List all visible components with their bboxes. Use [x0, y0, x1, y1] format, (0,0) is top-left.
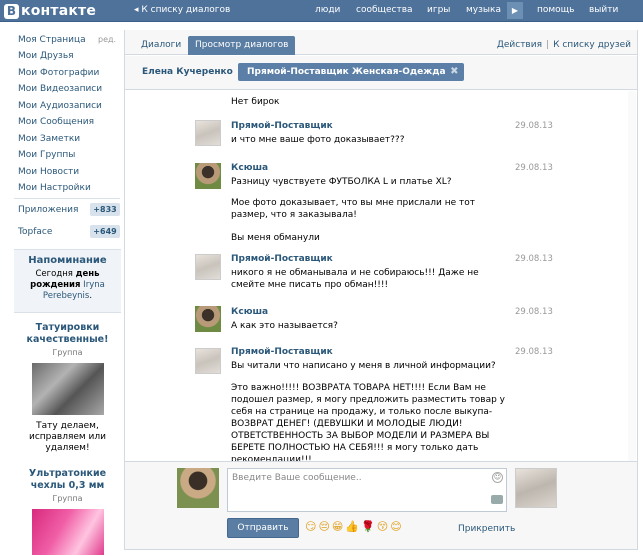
sidebar-item-friends[interactable]: Мои Друзья	[18, 51, 74, 61]
play-icon[interactable]: ▶	[507, 2, 523, 19]
message-history: Нет бирок Прямой-Поставщик 29.08.13 и чт…	[125, 91, 627, 461]
topface-count-badge: +649	[90, 225, 120, 238]
message-input-placeholder: Введите Ваше сообщение..	[232, 473, 362, 483]
message-text: Вы меня обманули	[231, 233, 320, 243]
camera-icon[interactable]	[491, 495, 503, 504]
message-text: никого я не обманывала и не собираюсь!!!…	[231, 268, 479, 290]
avatar[interactable]	[195, 306, 221, 332]
chip-label: Прямой-Поставщик Женская-Одежда	[247, 67, 446, 77]
tab-dialogs[interactable]: Диалоги	[134, 36, 188, 55]
message-text: Вы читали что написано у меня в личной и…	[231, 361, 496, 371]
reminder-text: Сегодня день рождения Iryna Perebeynis.	[30, 269, 105, 301]
nav-games[interactable]: игры	[427, 5, 450, 15]
sidebar-item-groups[interactable]: Мои Группы	[18, 150, 75, 160]
to-friends-link[interactable]: К списку друзей	[553, 40, 631, 50]
message-date: 29.08.13	[515, 163, 553, 173]
message-date: 29.08.13	[515, 254, 553, 264]
message-input[interactable]: Введите Ваше сообщение.. ☺	[227, 468, 507, 512]
avatar[interactable]	[195, 348, 221, 374]
separator: |	[546, 40, 550, 50]
vk-logo-text: контакте	[21, 3, 97, 19]
actions-link[interactable]: Действия	[497, 40, 542, 50]
recipient-avatar[interactable]	[515, 468, 557, 508]
ad-tattoo[interactable]: Татуировки качественные! Группа Тату дел…	[14, 322, 121, 454]
sidebar-item-topface[interactable]: Topface	[18, 227, 52, 237]
tab-view-dialogs[interactable]: Просмотр диалогов	[188, 36, 296, 55]
message-text: Разницу чувствуете ФУТБОЛКА L и платье X…	[231, 177, 452, 187]
reminder-title: Напоминание	[28, 255, 107, 266]
message-author[interactable]: Прямой-Поставщик	[231, 121, 333, 131]
message-text: Мое фото доказывает, что вы мне прислали…	[231, 198, 476, 220]
message-text: Нет бирок	[231, 97, 280, 107]
vk-logo-icon: В	[4, 3, 19, 19]
top-header: В контакте ◂ К списку диалогов люди сооб…	[0, 0, 643, 22]
emoji-bar-icon[interactable]: 😏😔😁👍🌹😚😊	[305, 520, 404, 533]
ad-image[interactable]	[31, 509, 104, 555]
message-date: 29.08.13	[515, 307, 553, 317]
sidebar-item-news[interactable]: Мои Новости	[18, 167, 79, 177]
back-to-dialogs-link[interactable]: ◂ К списку диалогов	[134, 5, 230, 15]
my-avatar[interactable]	[177, 468, 219, 508]
avatar[interactable]	[195, 163, 221, 189]
sidebar-item-notes[interactable]: Мои Заметки	[18, 134, 80, 144]
dialog-chip-supplier[interactable]: Прямой-Поставщик Женская-Одежда ✖	[238, 63, 464, 81]
tabs-right-actions: Действия | К списку друзей	[497, 40, 631, 50]
message-text: Это важно!!!!! ВОЗВРАТА ТОВАРА НЕТ!!!! Е…	[231, 383, 506, 461]
sidebar-item-audio[interactable]: Мои Аудиозаписи	[18, 101, 102, 111]
attach-link[interactable]: Прикрепить	[458, 524, 515, 534]
tabs-bar: Диалоги Просмотр диалогов Действия | К спи…	[125, 30, 637, 55]
ad-subtitle: Группа	[52, 494, 83, 503]
scrollbar[interactable]	[628, 91, 636, 461]
sidebar-item-apps[interactable]: Приложения	[18, 205, 78, 215]
sidebar-item-messages[interactable]: Мои Сообщения	[18, 117, 94, 127]
message-author[interactable]: Прямой-Поставщик	[231, 347, 333, 357]
message-author[interactable]: Ксюша	[231, 307, 268, 317]
birthday-reminder: Напоминание Сегодня день рождения Iryna …	[14, 249, 121, 313]
ad-title[interactable]: Татуировки качественные!	[14, 322, 121, 346]
nav-communities[interactable]: сообщества	[356, 5, 413, 15]
smiley-icon[interactable]: ☺	[492, 472, 503, 483]
vk-logo[interactable]: В контакте	[4, 3, 96, 19]
sidebar-item-settings[interactable]: Мои Настройки	[18, 183, 91, 193]
nav-music[interactable]: музыка	[466, 5, 501, 15]
send-button[interactable]: Отправить	[227, 518, 299, 538]
message-author[interactable]: Ксюша	[231, 163, 268, 173]
ad-subtitle: Группа	[52, 348, 83, 357]
sidebar-item-photos[interactable]: Мои Фотографии	[18, 68, 99, 78]
message-author[interactable]: Прямой-Поставщик	[231, 254, 333, 264]
message-date: 29.08.13	[515, 347, 553, 357]
avatar[interactable]	[195, 120, 221, 146]
dialog-chip-elena[interactable]: Елена Кучеренко ✖	[133, 63, 251, 81]
chip-label: Елена Кучеренко	[142, 67, 233, 77]
message-text: А как это называется?	[231, 321, 338, 331]
nav-help[interactable]: помощь	[537, 5, 574, 15]
apps-count-badge: +833	[90, 203, 120, 216]
sidebar-item-videos[interactable]: Мои Видеозаписи	[18, 84, 102, 94]
dialog-chips-bar: Елена Кучеренко ✖ Прямой-Поставщик Женск…	[125, 56, 637, 90]
sidebar-divider	[14, 198, 120, 199]
message-text: и что мне ваше фото доказывает???	[231, 135, 405, 145]
nav-logout[interactable]: выйти	[589, 5, 618, 15]
avatar[interactable]	[195, 254, 221, 280]
message-date: 29.08.13	[515, 121, 553, 131]
ad-title[interactable]: Ультратонкие чехлы 0,3 мм	[14, 468, 121, 492]
close-icon[interactable]: ✖	[450, 63, 458, 81]
dialog-panel: Диалоги Просмотр диалогов Действия | К спи…	[124, 30, 638, 550]
nav-people[interactable]: люди	[315, 5, 340, 15]
ad-cases[interactable]: Ультратонкие чехлы 0,3 мм Группа	[14, 468, 121, 555]
sidebar-edit-link[interactable]: ред.	[98, 35, 116, 44]
ad-image[interactable]	[31, 363, 104, 415]
compose-area: Введите Ваше сообщение.. ☺ Отправить 😏😔😁…	[125, 461, 637, 549]
ad-description: Тату делаем, исправляем или удаляем!	[28, 421, 107, 453]
sidebar-item-my-page[interactable]: Моя Страница	[18, 35, 86, 45]
